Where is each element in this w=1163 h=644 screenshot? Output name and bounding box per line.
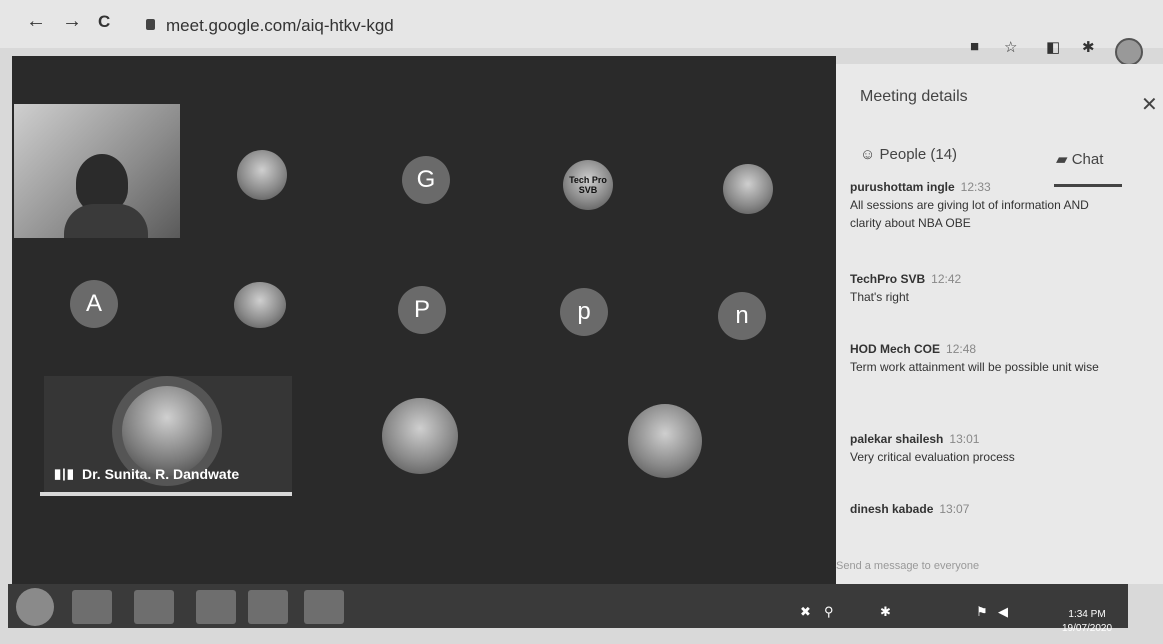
tray-icon[interactable]: ✱ [880, 604, 891, 620]
start-button[interactable] [16, 588, 54, 626]
tab-chat[interactable]: ▰ Chat [1056, 150, 1103, 168]
participant-avatar-techpro[interactable]: Tech Pro SVB [563, 160, 613, 210]
chat-message: palekar shailesh 13:01 Very critical eval… [850, 430, 1120, 466]
message-time: 13:07 [939, 502, 970, 516]
participant-body [64, 204, 148, 238]
chat-message: HOD Mech COE 12:48 Term work attainment w… [850, 340, 1120, 376]
message-sender: TechPro SVB [850, 272, 926, 286]
taskbar-app[interactable] [304, 590, 344, 624]
clock-time: 1:34 PM [1068, 609, 1106, 620]
reload-icon[interactable]: C [98, 12, 110, 32]
puzzle-icon[interactable]: ✱ [1082, 38, 1095, 56]
message-time: 12:33 [960, 180, 991, 194]
tab-chat-label: Chat [1071, 151, 1104, 168]
taskbar-app[interactable] [196, 590, 236, 624]
speaker-avatar [122, 386, 212, 476]
lock-icon[interactable] [146, 19, 155, 30]
extension-icon[interactable]: ◧ [1046, 38, 1060, 56]
techpro-logo-text: Tech Pro SVB [569, 175, 607, 195]
speaker-highlight-bar [40, 492, 292, 496]
self-video-tile[interactable] [14, 104, 180, 238]
speaker-name: Dr. Sunita. R. Dandwate [82, 466, 240, 482]
tab-people-label: People (14) [879, 146, 958, 163]
participant-avatar[interactable] [723, 164, 773, 214]
participant-avatar[interactable] [234, 282, 286, 328]
close-icon[interactable]: ✕ [1141, 92, 1158, 117]
mic-bars-icon: ▮|▮ [54, 466, 75, 481]
back-icon[interactable]: ← [26, 10, 46, 33]
panel-title: Meeting details [860, 88, 968, 105]
search-icon[interactable]: ⚲ [824, 604, 834, 620]
volume-icon[interactable]: ◀ [998, 604, 1008, 620]
system-clock[interactable]: 1:34 PM 19/07/2020 [1062, 608, 1112, 636]
forward-icon[interactable]: → [62, 10, 82, 33]
participant-avatar-a[interactable]: A [70, 280, 118, 328]
taskbar-app[interactable] [134, 590, 174, 624]
message-time: 13:01 [949, 432, 980, 446]
tray-icon[interactable]: ✖ [800, 604, 811, 620]
tab-people[interactable]: ☺ People (14) [860, 146, 957, 163]
chat-message: purushottam ingle 12:33 All sessions are … [850, 178, 1120, 232]
message-text: Very critical evaluation process [850, 450, 1015, 464]
message-time: 12:42 [931, 272, 962, 286]
message-sender: dinesh kabade [850, 502, 934, 516]
taskbar-app-chrome[interactable] [72, 590, 112, 624]
taskbar [8, 584, 1128, 628]
message-text: That's right [850, 290, 909, 304]
taskbar-app-excel[interactable] [248, 590, 288, 624]
participant-avatar-p[interactable]: P [398, 286, 446, 334]
clock-date: 19/07/2020 [1062, 623, 1113, 634]
participant-avatar-p-lower[interactable]: p [560, 288, 608, 336]
chat-icon: ▰ [1056, 151, 1068, 168]
message-text: All sessions are giving lot of informati… [850, 198, 1089, 230]
camera-icon[interactable]: ■ [970, 38, 979, 55]
star-icon[interactable]: ☆ [1004, 38, 1017, 56]
participant-avatar[interactable] [628, 404, 702, 478]
chat-message: dinesh kabade 13:07 [850, 500, 1120, 518]
message-sender: HOD Mech COE [850, 342, 941, 356]
participant-avatar[interactable] [237, 150, 287, 200]
message-sender: purushottam ingle [850, 180, 955, 194]
message-time: 12:48 [946, 342, 977, 356]
chat-message: TechPro SVB 12:42 That's right [850, 270, 1120, 306]
address-bar[interactable]: meet.google.com/aiq-htkv-kgd [166, 16, 394, 36]
participant-avatar-n[interactable]: n [718, 292, 766, 340]
flag-icon[interactable]: ⚑ [976, 604, 988, 620]
message-text: Term work attainment will be possible un… [850, 360, 1099, 374]
profile-icon[interactable] [1115, 38, 1143, 66]
chat-compose-input[interactable]: Send a message to everyone [836, 560, 979, 572]
people-icon: ☺ [860, 146, 876, 163]
participant-avatar-g[interactable]: G [402, 156, 450, 204]
participant-avatar-group[interactable] [382, 398, 458, 474]
message-sender: palekar shailesh [850, 432, 944, 446]
